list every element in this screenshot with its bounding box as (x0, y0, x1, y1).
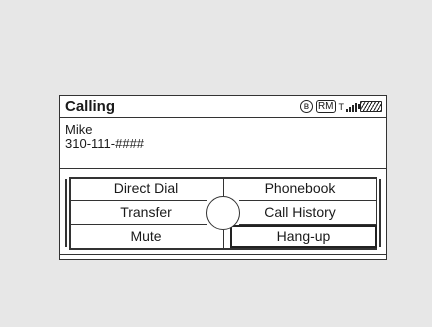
phone-screen: Calling ʙ RM T Mike 310-111-#### Direct … (59, 95, 387, 260)
title-bar: Calling ʙ RM T (60, 96, 386, 118)
caller-number: 310-111-#### (65, 136, 145, 151)
caller-info: Mike 310-111-#### (65, 123, 144, 151)
rm-icon: RM (315, 100, 336, 113)
transfer-button[interactable]: Transfer (69, 201, 223, 224)
signal-strength-icon: T (339, 101, 357, 112)
menu-frame: Direct Dial Phonebook Transfer Call Hist… (65, 177, 381, 250)
call-history-button[interactable]: Call History (223, 201, 377, 224)
battery-icon (358, 101, 382, 112)
divider (60, 168, 386, 169)
hang-up-button[interactable]: Hang-up (230, 225, 377, 248)
direct-dial-button[interactable]: Direct Dial (69, 177, 223, 200)
selector-knob-icon[interactable] (206, 196, 240, 230)
bottom-divider (60, 254, 386, 255)
bluetooth-icon: ʙ (299, 100, 313, 113)
status-icons: ʙ RM T (299, 99, 382, 114)
caller-name: Mike (65, 122, 93, 137)
call-menu: Direct Dial Phonebook Transfer Call Hist… (60, 173, 386, 253)
screen-title: Calling (65, 98, 116, 115)
phonebook-button[interactable]: Phonebook (223, 177, 377, 200)
mute-button[interactable]: Mute (69, 225, 223, 248)
